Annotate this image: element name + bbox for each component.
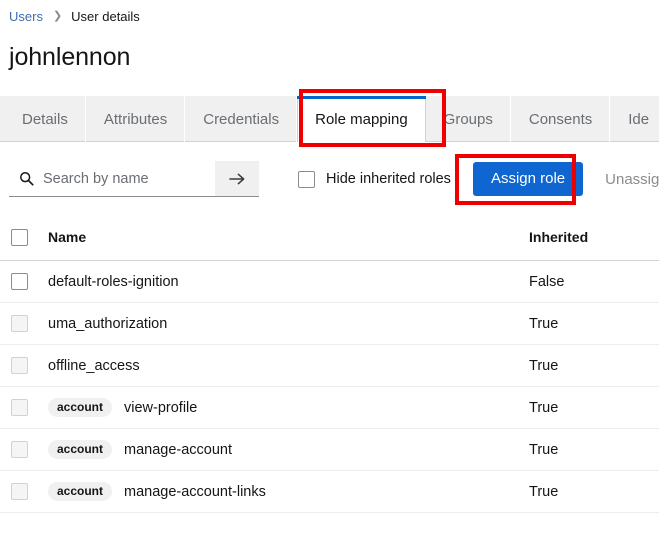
breadcrumb: Users ❯ User details (0, 0, 659, 26)
row-checkbox (11, 441, 28, 458)
row-inherited-cell: False (529, 273, 565, 290)
role-mapping-table: Name Inherited default-roles-ignition Fa… (0, 214, 659, 513)
role-name: offline_access (48, 357, 140, 374)
toolbar: Hide inherited roles Assign role Unassig… (0, 158, 659, 200)
tab-role-mapping[interactable]: Role mapping (297, 96, 426, 142)
table-header-row: Name Inherited (0, 214, 659, 261)
row-select-cell (0, 399, 48, 416)
row-name-cell: account manage-account (48, 440, 529, 459)
hide-inherited-roles-label: Hide inherited roles (326, 171, 451, 187)
tab-bar: Details Attributes Credentials Role mapp… (0, 96, 659, 144)
search-input[interactable] (43, 170, 207, 187)
client-badge: account (48, 398, 113, 417)
role-name: view-profile (124, 399, 198, 416)
tab-consents[interactable]: Consents (510, 96, 611, 142)
tab-groups[interactable]: Groups (425, 96, 511, 142)
table-row[interactable]: uma_authorization True (0, 303, 659, 345)
role-name: manage-account-links (124, 483, 266, 500)
row-name-cell: default-roles-ignition (48, 274, 529, 290)
table-row[interactable]: default-roles-ignition False (0, 261, 659, 303)
breadcrumb-current: User details (71, 8, 140, 24)
row-checkbox (11, 399, 28, 416)
table-row[interactable]: account view-profile True (0, 387, 659, 429)
table-row[interactable]: account manage-account True (0, 429, 659, 471)
role-name: default-roles-ignition (48, 273, 179, 290)
tab-attributes[interactable]: Attributes (85, 96, 186, 142)
row-inherited-cell: True (529, 357, 559, 374)
breadcrumb-link-users[interactable]: Users (9, 9, 43, 24)
row-checkbox[interactable] (11, 273, 28, 290)
page-title: johnlennon (9, 43, 131, 71)
column-header-inherited: Inherited (529, 229, 589, 245)
client-badge: account (48, 482, 113, 501)
search-submit-button[interactable] (215, 161, 259, 197)
tab-label: Credentials (203, 110, 280, 128)
chevron-right-icon: ❯ (52, 9, 63, 22)
tab-label: Groups (443, 110, 493, 128)
tab-label: Attributes (103, 110, 168, 128)
tab-label: Ide (628, 110, 650, 128)
hide-inherited-roles-control[interactable]: Hide inherited roles (298, 170, 451, 188)
row-select-cell (0, 357, 48, 374)
row-select-cell (0, 483, 48, 500)
row-checkbox (11, 315, 28, 332)
row-inherited-cell: True (529, 441, 559, 458)
select-all-checkbox[interactable] (11, 228, 28, 246)
row-select-cell (0, 441, 48, 458)
role-name: uma_authorization (48, 315, 168, 332)
tab-label: Details (22, 110, 68, 128)
search-box[interactable] (9, 161, 215, 197)
table-row[interactable]: account manage-account-links True (0, 471, 659, 513)
tab-identity-provider-links[interactable]: Ide (610, 96, 659, 142)
row-select-cell (0, 273, 48, 290)
row-checkbox (11, 357, 28, 374)
tab-credentials[interactable]: Credentials (185, 96, 298, 142)
tab-label: Consents (528, 110, 593, 128)
row-inherited-cell: True (529, 315, 559, 332)
unassign-button: Unassign (605, 171, 659, 188)
row-inherited-cell: True (529, 483, 559, 500)
role-name: manage-account (124, 441, 233, 458)
assign-role-button[interactable]: Assign role (472, 161, 584, 197)
search-group (9, 161, 259, 197)
row-select-cell (0, 315, 48, 332)
arrow-right-icon (229, 173, 245, 184)
hide-inherited-roles-checkbox[interactable] (298, 170, 315, 188)
row-inherited-cell: True (529, 399, 559, 416)
column-header-name: Name (48, 229, 87, 245)
row-name-cell: account view-profile (48, 398, 529, 417)
table-row[interactable]: offline_access True (0, 345, 659, 387)
client-badge: account (48, 440, 113, 459)
row-name-cell: uma_authorization (48, 316, 529, 332)
row-name-cell: offline_access (48, 358, 529, 374)
row-name-cell: account manage-account-links (48, 482, 529, 501)
tab-details[interactable]: Details (0, 96, 86, 142)
row-checkbox (11, 483, 28, 500)
select-all-cell (0, 228, 48, 246)
tab-label: Role mapping (315, 110, 408, 128)
search-icon (20, 172, 34, 186)
